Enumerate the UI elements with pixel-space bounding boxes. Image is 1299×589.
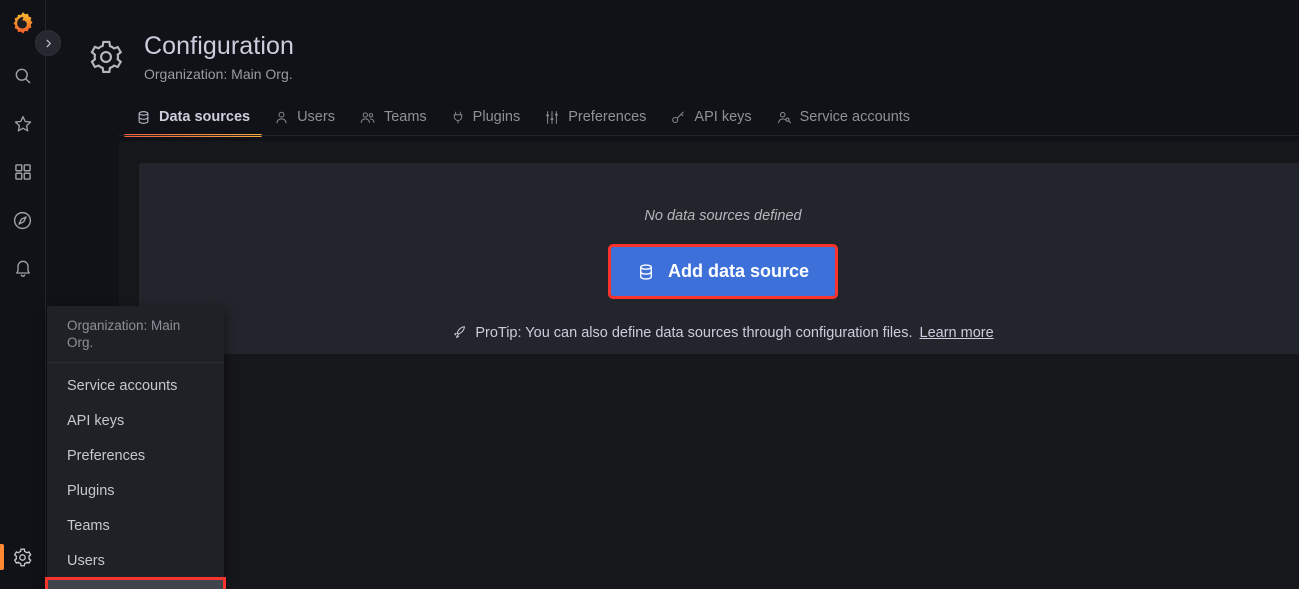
popup-item-data-sources[interactable]: Data sources [45,577,226,589]
tab-teams[interactable]: Teams [347,98,439,136]
popup-menu-header: Organization: Main Org. [47,306,224,363]
learn-more-link[interactable]: Learn more [920,325,994,341]
user-key-icon [776,110,792,125]
page-header-icon [84,35,128,79]
gear-icon [90,40,123,73]
tab-users[interactable]: Users [262,98,347,136]
sidebar-item-search[interactable] [0,52,46,100]
tab-preferences[interactable]: Preferences [532,98,658,136]
data-sources-panel: No data sources defined Add data source [139,163,1299,354]
popup-item-api-keys[interactable]: API keys [47,404,224,439]
rocket-icon [452,325,468,341]
tab-bar: Data sources Users Teams Plugins Prefere… [46,96,1299,137]
popup-item-users[interactable]: Users [47,544,224,579]
popup-item-preferences[interactable]: Preferences [47,439,224,474]
empty-state: No data sources defined Add data source [139,163,1299,341]
grafana-app: Configuration Organization: Main Org. Da… [0,0,1299,589]
star-icon [14,116,31,132]
database-icon [637,263,655,281]
tab-label: Teams [383,109,427,125]
tab-label: Data sources [159,109,251,125]
chevron-right-icon [46,39,51,47]
tab-label: Preferences [568,109,647,125]
bell-icon [15,260,30,277]
users-alt-icon [359,110,376,125]
popup-item-teams[interactable]: Teams [47,509,224,544]
add-data-source-button[interactable]: Add data source [607,244,839,299]
page-container: Configuration Organization: Main Org. Da… [46,0,1299,589]
sidebar-item-dashboards[interactable] [0,148,46,196]
dashboards-grid-icon [14,164,31,180]
main-sidebar [0,0,46,589]
popup-item-plugins[interactable]: Plugins [47,474,224,509]
tab-label: Plugins [472,109,521,125]
tab-service-accounts[interactable]: Service accounts [764,98,922,136]
plug-icon [451,110,465,125]
sidebar-item-alerting[interactable] [0,244,46,292]
page-title: Configuration [144,31,295,60]
sliders-icon [544,110,560,125]
tab-data-sources[interactable]: Data sources [124,98,263,137]
sidebar-nav-list [0,52,46,292]
content-area: No data sources defined Add data source [119,141,1299,589]
compass-icon [13,211,32,229]
database-icon [136,110,151,125]
tab-label: Users [297,109,335,125]
popup-menu-list: Service accounts API keys Preferences Pl… [45,363,226,589]
configuration-popup-menu: Organization: Main Org. Service accounts… [45,306,226,589]
protip-text: ProTip: You can also define data sources… [475,325,913,341]
key-skeleton-icon [670,110,686,125]
page-header-titles: Configuration Organization: Main Org. [144,31,294,84]
grafana-logo-icon [12,12,33,34]
sidebar-item-configuration[interactable] [0,533,46,581]
add-data-source-label: Add data source [667,261,810,281]
protip-row: ProTip: You can also define data sources… [452,325,994,341]
user-icon [274,110,289,125]
expand-sidebar-button[interactable] [35,30,61,56]
search-icon [15,68,30,84]
tab-plugins[interactable]: Plugins [439,98,533,136]
empty-state-title: No data sources defined [644,208,802,224]
tab-api-keys[interactable]: API keys [658,98,763,136]
tab-label: API keys [694,109,752,125]
sidebar-item-explore[interactable] [0,196,46,244]
page-header: Configuration Organization: Main Org. [46,0,1299,96]
gear-icon [13,548,32,566]
sidebar-item-starred[interactable] [0,100,46,148]
tab-label: Service accounts [799,109,911,125]
popup-item-service-accounts[interactable]: Service accounts [47,369,224,404]
sidebar-bottom-nav [0,533,46,589]
page-subtitle: Organization: Main Org. [144,65,293,82]
